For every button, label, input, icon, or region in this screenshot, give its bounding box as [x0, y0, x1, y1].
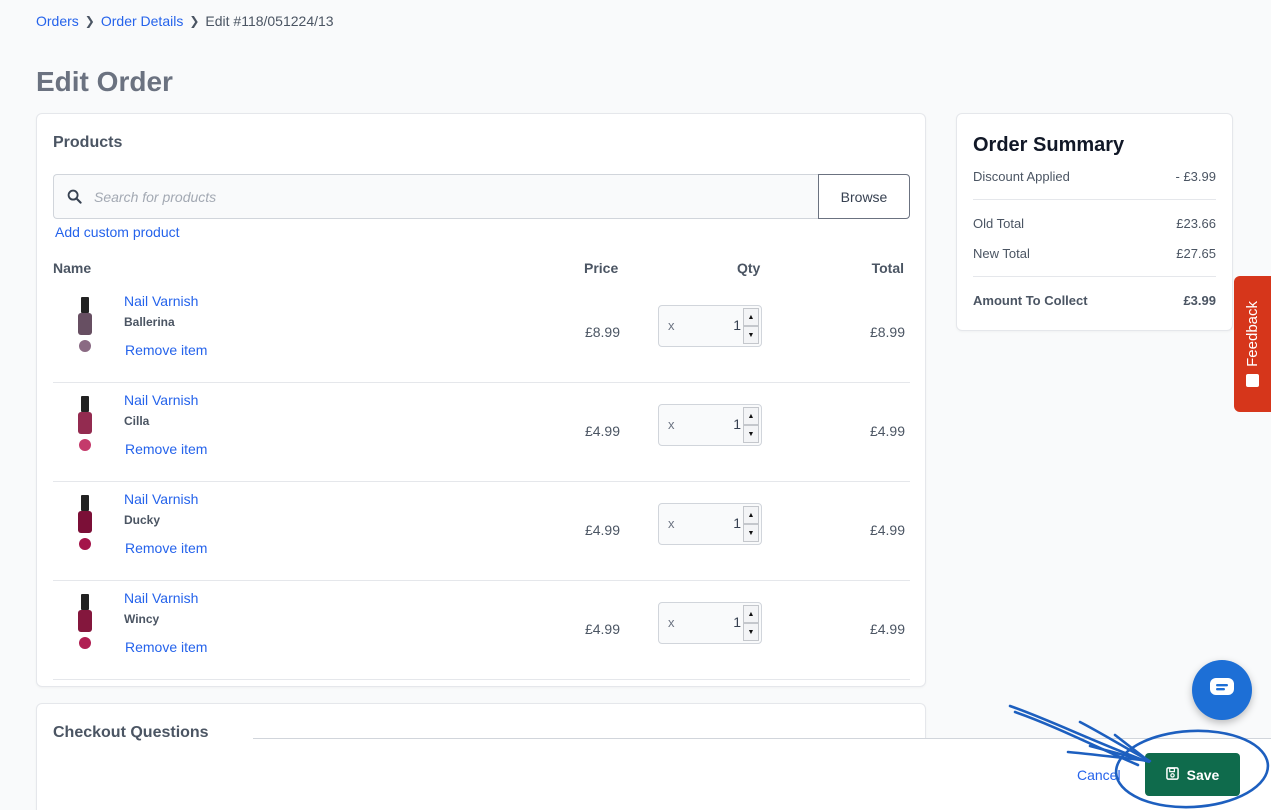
- old-total-row: Old Total £23.66: [973, 216, 1216, 231]
- product-variant: Ballerina: [124, 315, 175, 329]
- increment-arrow-icon[interactable]: ▲: [743, 506, 759, 524]
- save-label: Save: [1186, 766, 1220, 783]
- discount-value: - £3.99: [1175, 169, 1216, 184]
- product-search-input[interactable]: [94, 188, 794, 205]
- qty-prefix: x: [668, 516, 675, 531]
- product-row: Nail Varnish Ballerina Remove item £8.99 x 1 ▲…: [53, 284, 910, 383]
- qty-value: 1: [733, 614, 741, 630]
- breadcrumb-current: Edit #118/051224/13: [205, 13, 334, 29]
- qty-spinner: ▲ ▼: [743, 407, 759, 443]
- product-row: Nail Varnish Cilla Remove item £4.99 x 1 ▲ ▼ £4.…: [53, 383, 910, 482]
- old-total-label: Old Total: [973, 216, 1025, 231]
- quantity-stepper[interactable]: x 1 ▲ ▼: [658, 503, 762, 545]
- qty-spinner: ▲ ▼: [743, 605, 759, 641]
- old-total-value: £23.66: [1176, 216, 1216, 231]
- remove-item-link[interactable]: Remove item: [125, 441, 207, 457]
- product-price: £4.99: [584, 621, 620, 637]
- increment-arrow-icon[interactable]: ▲: [743, 308, 759, 326]
- feedback-tab[interactable]: Feedback: [1234, 276, 1271, 412]
- order-summary-card: Order Summary Discount Applied - £3.99 O…: [956, 113, 1233, 331]
- summary-divider: [973, 199, 1216, 200]
- checkout-questions-heading: Checkout Questions: [53, 724, 209, 741]
- quantity-stepper[interactable]: x 1 ▲ ▼: [658, 602, 762, 644]
- save-button[interactable]: Save: [1145, 753, 1240, 796]
- feedback-label: Feedback: [1244, 300, 1261, 367]
- product-variant: Cilla: [124, 414, 150, 428]
- remove-item-link[interactable]: Remove item: [125, 540, 207, 556]
- product-price: £4.99: [584, 423, 620, 439]
- product-name-link[interactable]: Nail Varnish: [124, 491, 198, 507]
- decrement-arrow-icon[interactable]: ▼: [743, 623, 759, 641]
- chevron-right-icon: ❯: [84, 14, 95, 28]
- new-total-value: £27.65: [1176, 246, 1216, 261]
- page-title: Edit Order: [36, 66, 173, 97]
- chat-widget-button[interactable]: [1192, 660, 1252, 720]
- decrement-arrow-icon[interactable]: ▼: [743, 425, 759, 443]
- summary-divider: [973, 276, 1216, 277]
- quantity-stepper[interactable]: x 1 ▲ ▼: [658, 305, 762, 347]
- qty-value: 1: [733, 416, 741, 432]
- qty-prefix: x: [668, 417, 675, 432]
- qty-spinner: ▲ ▼: [743, 308, 759, 344]
- cancel-button[interactable]: Cancel: [1077, 767, 1121, 783]
- qty-spinner: ▲ ▼: [743, 506, 759, 542]
- browse-button[interactable]: Browse: [818, 174, 910, 219]
- nail-varnish-thumbnail: [78, 495, 92, 550]
- floppy-disk-icon: [1165, 766, 1179, 783]
- product-name-link[interactable]: Nail Varnish: [124, 590, 198, 606]
- column-header-total: Total: [871, 260, 904, 276]
- decrement-arrow-icon[interactable]: ▼: [743, 326, 759, 344]
- amount-to-collect-row: Amount To Collect £3.99: [973, 293, 1216, 308]
- products-card: Products Browse Add custom product Name …: [36, 113, 926, 687]
- breadcrumb: Orders ❯ Order Details ❯ Edit #118/05122…: [36, 13, 334, 29]
- nail-varnish-thumbnail: [78, 396, 92, 451]
- discount-label: Discount Applied: [973, 169, 1070, 184]
- product-price: £4.99: [584, 522, 620, 538]
- decrement-arrow-icon[interactable]: ▼: [743, 524, 759, 542]
- feedback-icon: [1246, 374, 1259, 388]
- product-search-box: [53, 174, 818, 219]
- new-total-row: New Total £27.65: [973, 246, 1216, 261]
- product-row: Nail Varnish Ducky Remove item £4.99 x 1 ▲ ▼ £4.…: [53, 482, 910, 581]
- increment-arrow-icon[interactable]: ▲: [743, 605, 759, 623]
- products-heading: Products: [53, 134, 123, 151]
- product-total: £4.99: [869, 522, 905, 538]
- chat-icon: [1209, 677, 1235, 704]
- new-total-label: New Total: [973, 246, 1030, 261]
- chevron-right-icon: ❯: [189, 14, 200, 28]
- breadcrumb-order-details-link[interactable]: Order Details: [101, 13, 183, 29]
- nail-varnish-thumbnail: [78, 594, 92, 649]
- quantity-stepper[interactable]: x 1 ▲ ▼: [658, 404, 762, 446]
- add-custom-product-link[interactable]: Add custom product: [55, 224, 180, 240]
- order-summary-title: Order Summary: [973, 134, 1125, 156]
- qty-value: 1: [733, 317, 741, 333]
- product-name-link[interactable]: Nail Varnish: [124, 392, 198, 408]
- product-total: £4.99: [869, 423, 905, 439]
- product-variant: Ducky: [124, 513, 161, 527]
- qty-prefix: x: [668, 318, 675, 333]
- nail-varnish-thumbnail: [78, 297, 92, 352]
- column-header-price: Price: [584, 260, 619, 276]
- product-total: £4.99: [869, 621, 905, 637]
- product-price: £8.99: [584, 324, 620, 340]
- qty-value: 1: [733, 515, 741, 531]
- remove-item-link[interactable]: Remove item: [125, 342, 207, 358]
- amount-to-collect-label: Amount To Collect: [973, 293, 1088, 308]
- column-header-name: Name: [53, 260, 92, 276]
- product-row: Nail Varnish Wincy Remove item £4.99 x 1 ▲ ▼ £4.…: [53, 581, 910, 680]
- remove-item-link[interactable]: Remove item: [125, 639, 207, 655]
- amount-to-collect-value: £3.99: [1183, 293, 1216, 308]
- breadcrumb-orders-link[interactable]: Orders: [36, 13, 79, 29]
- product-name-link[interactable]: Nail Varnish: [124, 293, 198, 309]
- qty-prefix: x: [668, 615, 675, 630]
- search-icon: [54, 175, 94, 218]
- product-variant: Wincy: [124, 612, 160, 626]
- increment-arrow-icon[interactable]: ▲: [743, 407, 759, 425]
- discount-row: Discount Applied - £3.99: [973, 169, 1216, 184]
- product-total: £8.99: [869, 324, 905, 340]
- column-header-qty: Qty: [737, 260, 761, 276]
